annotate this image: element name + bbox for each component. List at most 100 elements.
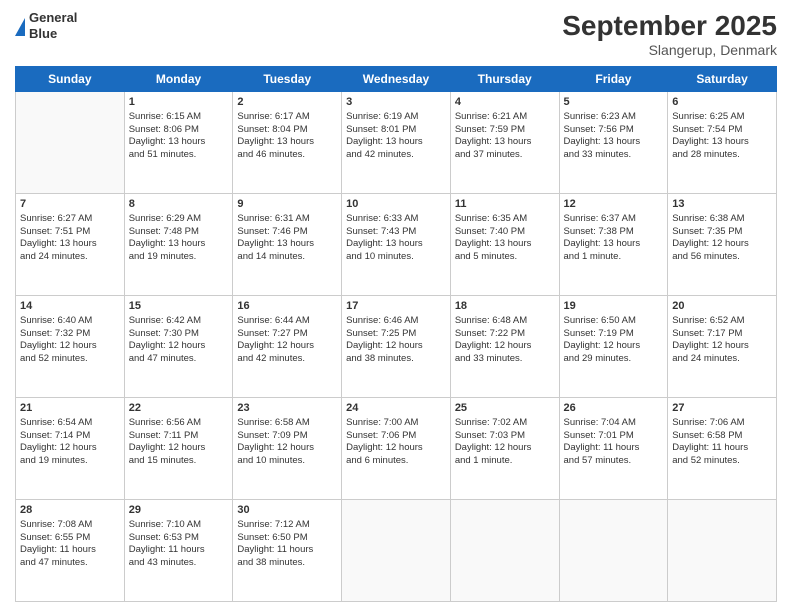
day-info-line: and 28 minutes. — [672, 149, 772, 162]
day-info-line: Sunrise: 6:31 AM — [237, 213, 337, 226]
day-info-line: Sunrise: 6:23 AM — [564, 111, 664, 124]
day-info-line: Sunset: 7:19 PM — [564, 328, 664, 341]
table-row — [668, 500, 777, 602]
day-info-line: and 42 minutes. — [237, 353, 337, 366]
title-block: September 2025 Slangerup, Denmark — [562, 10, 777, 58]
logo-line2: Blue — [29, 26, 77, 42]
day-info-line: and 52 minutes. — [672, 455, 772, 468]
day-info-line: Sunset: 7:40 PM — [455, 226, 555, 239]
day-number: 22 — [129, 401, 229, 416]
day-info-line: Sunset: 7:32 PM — [20, 328, 120, 341]
table-row: 20Sunrise: 6:52 AMSunset: 7:17 PMDayligh… — [668, 296, 777, 398]
day-info-line: Sunrise: 7:00 AM — [346, 417, 446, 430]
day-number: 21 — [20, 401, 120, 416]
day-info-line: Sunset: 6:55 PM — [20, 532, 120, 545]
table-row: 27Sunrise: 7:06 AMSunset: 6:58 PMDayligh… — [668, 398, 777, 500]
day-info-line: and 14 minutes. — [237, 251, 337, 264]
day-info-line: Daylight: 12 hours — [672, 238, 772, 251]
day-info-line: Daylight: 12 hours — [672, 340, 772, 353]
day-info-line: Sunrise: 6:48 AM — [455, 315, 555, 328]
header: General Blue September 2025 Slangerup, D… — [15, 10, 777, 58]
day-info-line: Sunrise: 6:52 AM — [672, 315, 772, 328]
day-info-line: Sunrise: 6:54 AM — [20, 417, 120, 430]
page: General Blue September 2025 Slangerup, D… — [0, 0, 792, 612]
day-info-line: Daylight: 12 hours — [455, 442, 555, 455]
table-row — [16, 92, 125, 194]
day-info-line: Sunrise: 7:08 AM — [20, 519, 120, 532]
day-info-line: Sunrise: 6:17 AM — [237, 111, 337, 124]
day-info-line: and 57 minutes. — [564, 455, 664, 468]
calendar-week-row: 14Sunrise: 6:40 AMSunset: 7:32 PMDayligh… — [16, 296, 777, 398]
day-info-line: and 46 minutes. — [237, 149, 337, 162]
logo: General Blue — [15, 10, 77, 41]
day-info-line: Daylight: 13 hours — [20, 238, 120, 251]
day-info-line: Sunset: 7:59 PM — [455, 124, 555, 137]
table-row: 25Sunrise: 7:02 AMSunset: 7:03 PMDayligh… — [450, 398, 559, 500]
header-monday: Monday — [124, 67, 233, 92]
day-info-line: Sunrise: 6:35 AM — [455, 213, 555, 226]
day-info-line: and 51 minutes. — [129, 149, 229, 162]
day-info-line: Daylight: 12 hours — [564, 340, 664, 353]
day-number: 12 — [564, 197, 664, 212]
day-info-line: and 56 minutes. — [672, 251, 772, 264]
day-info-line: and 43 minutes. — [129, 557, 229, 570]
table-row: 26Sunrise: 7:04 AMSunset: 7:01 PMDayligh… — [559, 398, 668, 500]
day-number: 17 — [346, 299, 446, 314]
day-info-line: Sunset: 7:17 PM — [672, 328, 772, 341]
day-info-line: Daylight: 13 hours — [346, 136, 446, 149]
day-number: 18 — [455, 299, 555, 314]
day-info-line: Sunset: 7:25 PM — [346, 328, 446, 341]
day-info-line: Daylight: 12 hours — [129, 442, 229, 455]
table-row: 19Sunrise: 6:50 AMSunset: 7:19 PMDayligh… — [559, 296, 668, 398]
day-info-line: Daylight: 12 hours — [20, 442, 120, 455]
day-info-line: Sunset: 8:01 PM — [346, 124, 446, 137]
day-info-line: and 15 minutes. — [129, 455, 229, 468]
day-info-line: Daylight: 13 hours — [455, 238, 555, 251]
table-row: 28Sunrise: 7:08 AMSunset: 6:55 PMDayligh… — [16, 500, 125, 602]
day-info-line: Sunset: 7:56 PM — [564, 124, 664, 137]
day-info-line: and 1 minute. — [455, 455, 555, 468]
day-info-line: Sunset: 8:04 PM — [237, 124, 337, 137]
day-info-line: Sunrise: 7:12 AM — [237, 519, 337, 532]
day-info-line: Daylight: 11 hours — [20, 544, 120, 557]
day-info-line: Sunset: 7:22 PM — [455, 328, 555, 341]
day-info-line: and 19 minutes. — [129, 251, 229, 264]
day-number: 3 — [346, 95, 446, 110]
day-info-line: Sunrise: 6:42 AM — [129, 315, 229, 328]
day-info-line: Sunset: 7:51 PM — [20, 226, 120, 239]
day-info-line: Daylight: 12 hours — [346, 442, 446, 455]
day-info-line: and 33 minutes. — [455, 353, 555, 366]
day-number: 11 — [455, 197, 555, 212]
day-info-line: Sunset: 6:53 PM — [129, 532, 229, 545]
calendar-table: Sunday Monday Tuesday Wednesday Thursday… — [15, 66, 777, 602]
table-row — [559, 500, 668, 602]
day-number: 27 — [672, 401, 772, 416]
table-row — [450, 500, 559, 602]
day-info-line: Sunset: 7:35 PM — [672, 226, 772, 239]
table-row: 3Sunrise: 6:19 AMSunset: 8:01 PMDaylight… — [342, 92, 451, 194]
day-info-line: Daylight: 11 hours — [237, 544, 337, 557]
day-number: 4 — [455, 95, 555, 110]
day-info-line: Sunrise: 6:38 AM — [672, 213, 772, 226]
day-info-line: Sunrise: 7:10 AM — [129, 519, 229, 532]
day-number: 19 — [564, 299, 664, 314]
day-info-line: and 47 minutes. — [20, 557, 120, 570]
day-info-line: Sunset: 7:03 PM — [455, 430, 555, 443]
day-info-line: Sunset: 7:38 PM — [564, 226, 664, 239]
day-info-line: and 38 minutes. — [237, 557, 337, 570]
day-info-line: Sunset: 7:46 PM — [237, 226, 337, 239]
day-number: 26 — [564, 401, 664, 416]
day-info-line: Daylight: 12 hours — [237, 442, 337, 455]
day-info-line: and 29 minutes. — [564, 353, 664, 366]
header-sunday: Sunday — [16, 67, 125, 92]
day-info-line: Sunset: 7:30 PM — [129, 328, 229, 341]
table-row: 14Sunrise: 6:40 AMSunset: 7:32 PMDayligh… — [16, 296, 125, 398]
day-info-line: Daylight: 11 hours — [129, 544, 229, 557]
day-number: 15 — [129, 299, 229, 314]
day-number: 29 — [129, 503, 229, 518]
day-info-line: Sunset: 7:48 PM — [129, 226, 229, 239]
day-info-line: Daylight: 13 hours — [129, 238, 229, 251]
day-info-line: Sunrise: 6:21 AM — [455, 111, 555, 124]
table-row: 9Sunrise: 6:31 AMSunset: 7:46 PMDaylight… — [233, 194, 342, 296]
day-info-line: Daylight: 13 hours — [237, 136, 337, 149]
